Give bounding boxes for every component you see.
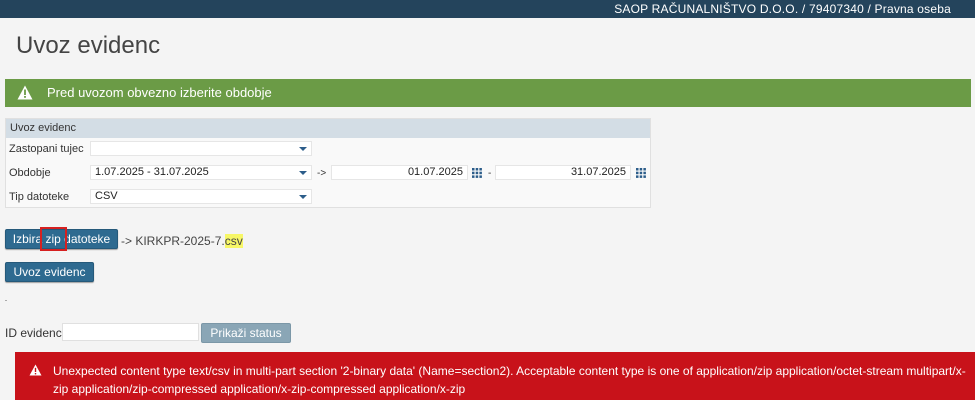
record-id-label: ID evidenc	[5, 326, 62, 340]
error-message-box: Unexpected content type text/csv in mult…	[15, 352, 975, 400]
selected-file-name: -> KIRKPR-2025-7.	[121, 234, 225, 248]
record-id-input[interactable]	[62, 323, 199, 341]
panel-header: Uvoz evidenc	[6, 119, 650, 138]
show-status-button[interactable]: Prikaži status	[201, 323, 291, 343]
import-form-panel: Uvoz evidenc Zastopani tujec Obdobje 1.0…	[5, 118, 651, 208]
filetype-value: CSV	[95, 190, 118, 202]
date-to-value: 31.07.2025	[570, 166, 626, 178]
warning-icon	[29, 364, 42, 376]
date-from-value: 01.07.2025	[407, 166, 463, 178]
period-notice-banner: Pred uvozom obvezno izberite obdobje	[5, 79, 971, 107]
error-text: Unexpected content type text/csv in mult…	[53, 364, 966, 396]
filetype-select[interactable]: CSV	[90, 189, 312, 204]
range-arrow: ->	[317, 168, 327, 179]
company-bar: SAOP RAČUNALNIŠTVO D.O.O. / 79407340 / P…	[0, 0, 975, 18]
period-select[interactable]: 1.07.2025 - 31.07.2025	[90, 165, 312, 180]
company-name: SAOP RAČUNALNIŠTVO D.O.O. / 79407340 / P…	[614, 2, 951, 16]
calendar-icon[interactable]	[636, 168, 646, 178]
import-records-button[interactable]: Uvoz evidenc	[5, 262, 94, 282]
period-label: Obdobje	[9, 167, 51, 179]
represented-label: Zastopani tujec	[9, 143, 84, 155]
filetype-label: Tip datoteke	[9, 191, 70, 203]
calendar-icon[interactable]	[472, 168, 482, 178]
range-dash: -	[488, 168, 492, 179]
annotation-highlight-box	[40, 227, 67, 251]
chevron-down-icon	[299, 147, 307, 151]
date-to-input[interactable]: 31.07.2025	[495, 165, 631, 180]
warning-icon	[17, 85, 33, 100]
divider-dot	[5, 300, 7, 301]
notice-text: Pred uvozom obvezno izberite obdobje	[47, 85, 272, 100]
selected-file-extension: csv	[224, 234, 243, 248]
represented-select[interactable]	[90, 141, 312, 156]
chevron-down-icon	[299, 171, 307, 175]
chevron-down-icon	[299, 195, 307, 199]
selected-file-label: -> KIRKPR-2025-7.csv	[121, 234, 243, 248]
period-value: 1.07.2025 - 31.07.2025	[95, 166, 209, 178]
page-title: Uvoz evidenc	[16, 32, 161, 59]
date-from-input[interactable]: 01.07.2025	[331, 165, 468, 180]
